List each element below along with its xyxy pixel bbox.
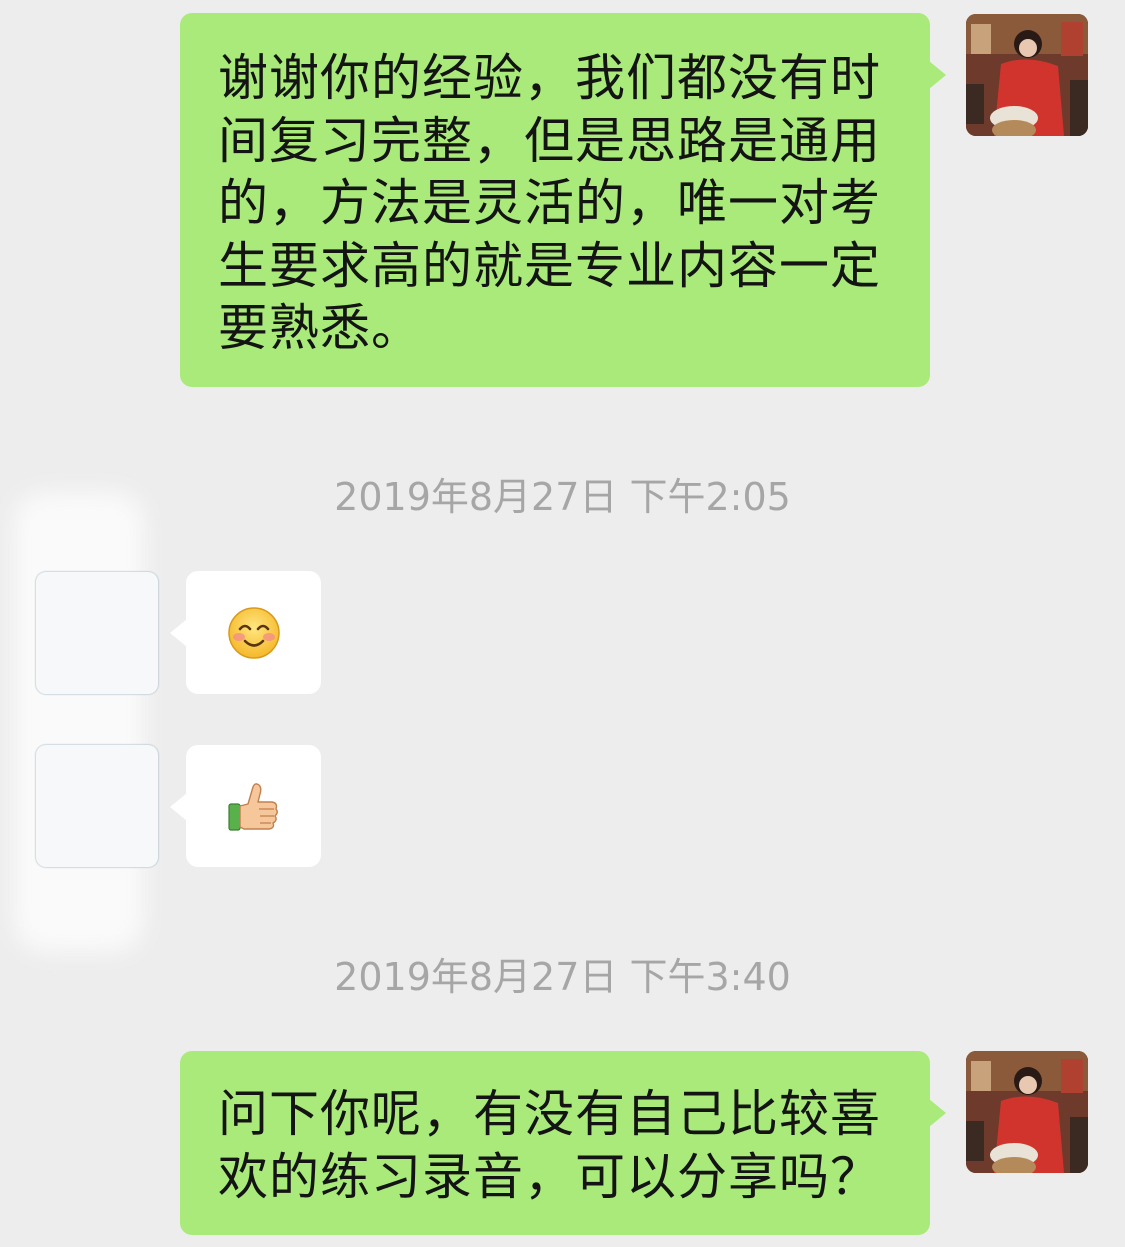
smiling-face-with-blush-icon — [228, 607, 280, 659]
contact-avatar[interactable] — [36, 745, 158, 867]
message-text: 谢谢你的经验，我们都没有时间复习完整，但是思路是通用的，方法是灵活的，唯一对考生… — [218, 49, 881, 357]
chat-timestamp: 2019年8月27日 下午2:05 — [334, 475, 791, 519]
contact-avatar[interactable] — [36, 572, 158, 694]
outgoing-message-bubble[interactable]: 问下你呢，有没有自己比较喜欢的练习录音，可以分享吗？ — [180, 1051, 946, 1235]
user-avatar[interactable] — [966, 14, 1088, 136]
user-avatar[interactable] — [966, 1051, 1088, 1173]
avatar-photo — [966, 1051, 1088, 1173]
outgoing-message-bubble[interactable]: 谢谢你的经验，我们都没有时间复习完整，但是思路是通用的，方法是灵活的，唯一对考生… — [180, 13, 946, 387]
avatar-photo — [966, 14, 1088, 136]
message-text: 问下你呢，有没有自己比较喜欢的练习录音，可以分享吗？ — [218, 1085, 881, 1206]
incoming-message-bubble[interactable] — [170, 745, 321, 867]
chat-timestamp: 2019年8月27日 下午3:40 — [334, 955, 791, 999]
thumbs-up-icon — [228, 783, 278, 831]
incoming-message-bubble[interactable] — [170, 571, 321, 694]
obscured-area — [14, 492, 144, 952]
